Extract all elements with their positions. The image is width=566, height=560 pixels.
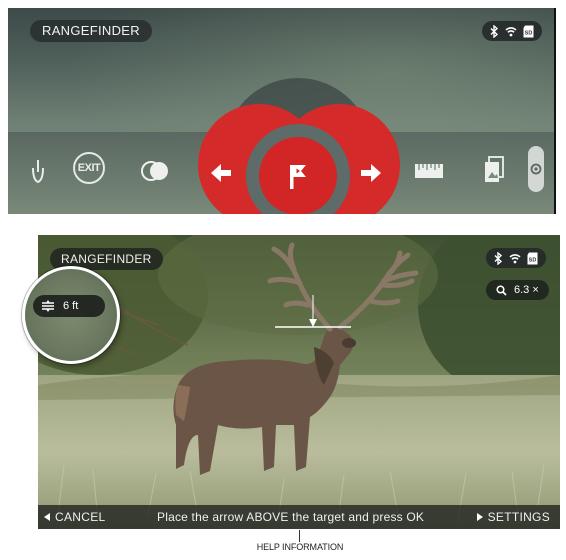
camera-icon[interactable] [528,146,544,192]
status-indicators: SD [482,21,542,41]
bottom-bar: CANCEL Place the arrow ABOVE the target … [38,505,560,529]
bluetooth-icon [490,24,499,38]
menu-screen: RANGEFINDER SD EXIT [8,8,556,214]
range-icon [42,300,54,312]
triangle-right-icon [476,513,483,521]
help-information-label: HELP INFORMATION [256,542,344,552]
search-icon [496,284,507,296]
scene-image [38,235,560,529]
range-value: 6 ft [63,300,79,312]
callout-line [299,530,300,542]
cancel-label: CANCEL [55,510,106,524]
flag-icon [290,165,306,189]
exit-button[interactable]: EXIT [73,152,105,184]
status-indicators: SD [486,248,546,268]
dial-icon[interactable] [30,158,46,184]
wifi-icon [509,254,521,264]
range-readout: 6 ft [33,295,105,317]
arrow-left-icon[interactable] [208,160,234,186]
svg-text:SD: SD [529,257,537,263]
contrast-icon[interactable] [140,160,170,182]
zoom-indicator: 6.3 × [486,280,549,300]
sd-card-icon: SD [527,252,538,264]
scene-screen: RANGEFINDER SD 6.3 × CANCEL Place the ar… [38,235,560,529]
zoom-value: 6.3 × [514,284,539,296]
cancel-button[interactable]: CANCEL [44,505,105,529]
rangefinder-ok-button[interactable] [259,137,337,214]
bluetooth-icon [494,251,503,265]
range-magnifier: 6 ft [22,266,120,364]
ruler-icon[interactable] [414,160,444,182]
hint-text: Place the arrow ABOVE the target and pre… [157,510,425,524]
wifi-icon [505,27,517,37]
arrow-right-icon[interactable] [358,160,384,186]
triangle-left-icon [44,513,50,521]
exit-label: EXIT [77,162,101,174]
sd-card-icon: SD [523,25,534,37]
settings-label: SETTINGS [487,510,550,524]
svg-text:SD: SD [525,30,533,36]
settings-button[interactable]: SETTINGS [476,505,550,529]
mode-title: RANGEFINDER [30,20,152,42]
gallery-icon[interactable] [484,156,504,184]
